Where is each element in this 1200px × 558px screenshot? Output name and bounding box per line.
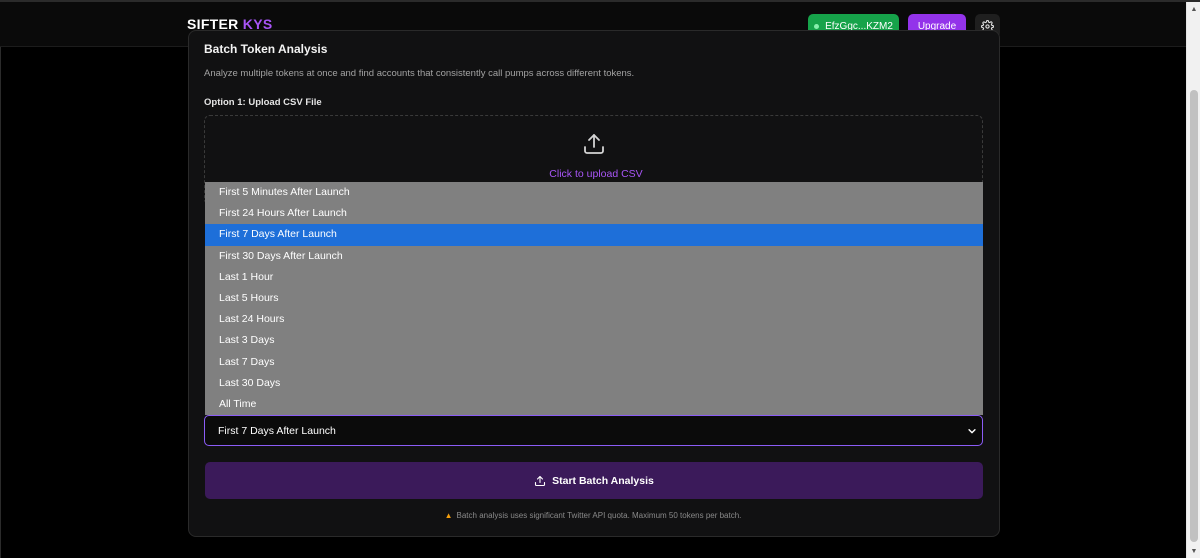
quota-warning: ▲ Batch analysis uses significant Twitter… [0, 511, 1186, 520]
timeframe-option[interactable]: Last 5 Hours [205, 288, 983, 309]
upload-prompt[interactable]: Click to upload CSV [0, 168, 1186, 180]
upload-prompt-label: Click to upload CSV [549, 168, 643, 180]
upload-icon [584, 134, 604, 154]
timeframe-option[interactable]: Last 7 Days [205, 352, 983, 373]
chevron-down-icon [968, 429, 976, 434]
timeframe-option[interactable]: First 5 Minutes After Launch [205, 182, 983, 203]
timeframe-option[interactable]: First 30 Days After Launch [205, 246, 983, 267]
start-button-label: Start Batch Analysis [552, 474, 654, 487]
timeframe-option[interactable]: Last 24 Hours [205, 309, 983, 330]
scroll-down-arrow-icon[interactable]: ▼ [1187, 544, 1200, 558]
timeframe-option[interactable]: First 24 Hours After Launch [205, 203, 983, 224]
timeframe-select-value: First 7 Days After Launch [218, 424, 336, 437]
page-scrollbar[interactable]: ▲ ▼ [1186, 2, 1200, 558]
timeframe-option[interactable]: All Time [205, 394, 983, 415]
timeframe-option-selected[interactable]: First 7 Days After Launch [205, 224, 983, 246]
timeframe-option[interactable]: Last 30 Days [205, 373, 983, 394]
start-batch-analysis-button[interactable]: Start Batch Analysis [205, 462, 983, 499]
scroll-up-arrow-icon[interactable]: ▲ [1187, 2, 1200, 16]
quota-warning-text: Batch analysis uses significant Twitter … [456, 511, 742, 520]
wallet-status-dot [814, 23, 820, 29]
upload-option-label: Option 1: Upload CSV File [204, 97, 322, 108]
upload-icon [535, 475, 546, 486]
timeframe-option[interactable]: Last 3 Days [205, 330, 983, 351]
card-description: Analyze multiple tokens at once and find… [204, 68, 635, 79]
card-title: Batch Token Analysis [204, 42, 328, 56]
timeframe-option[interactable]: Last 1 Hour [205, 267, 983, 288]
timeframe-select[interactable]: First 7 Days After Launch [204, 415, 983, 446]
warning-icon: ▲ [444, 511, 453, 520]
timeframe-options-list: First 5 Minutes After Launch First 24 Ho… [205, 182, 983, 415]
scrollbar-thumb[interactable] [1190, 90, 1198, 542]
